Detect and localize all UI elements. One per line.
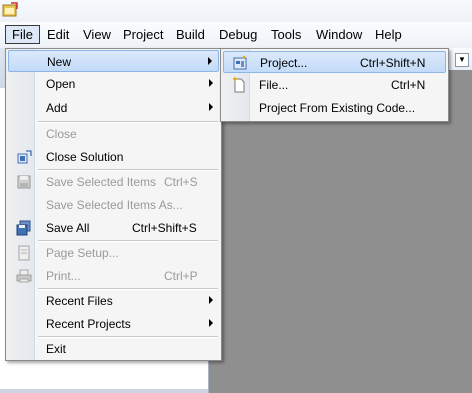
menu-item-exit[interactable]: Exit [8,338,219,360]
new-file-icon [233,77,245,93]
menu-item-new[interactable]: New [8,50,219,72]
menu-item-recent-projects[interactable]: Recent Projects [8,313,219,335]
menu-item-project-from-existing-code[interactable]: Project From Existing Code... [223,97,446,119]
menu-item-save-selected[interactable]: Save Selected Items Ctrl+S [8,171,219,193]
menu-item-recent-files[interactable]: Recent Files [8,290,219,312]
menu-view[interactable]: View [77,25,117,44]
submenu-arrow-icon [209,79,213,87]
file-menu-dropdown: New Open Add Close Close Solution Save S… [5,48,222,361]
menu-item-label: Recent Projects [46,317,131,331]
menu-item-label: Print... [46,269,81,283]
menu-item-open[interactable]: Open [8,73,219,95]
menu-item-label: New [47,55,72,69]
new-project-icon [233,55,247,70]
menu-window[interactable]: Window [310,25,368,44]
menu-item-label: Save Selected Items [46,175,157,189]
menu-item-label: Save All [46,221,90,235]
menu-item-page-setup[interactable]: Page Setup... [8,242,219,264]
shortcut-label: Ctrl+S [164,175,198,189]
shortcut-label: Ctrl+Shift+S [132,221,197,235]
menu-bar: File Edit View Project Build Debug Tools… [0,22,472,49]
menu-item-label: Add [46,101,68,115]
menu-build[interactable]: Build [170,25,211,44]
menu-item-label: Project From Existing Code... [259,101,416,115]
toolbar-dropdown-button[interactable]: ▼ [455,53,469,67]
shortcut-label: Ctrl+N [391,78,426,92]
menu-item-close-solution[interactable]: Close Solution [8,146,219,168]
save-all-icon [16,220,31,236]
shortcut-label: Ctrl+Shift+N [360,56,426,70]
page-setup-icon [18,245,30,261]
save-icon [17,175,31,189]
menu-project[interactable]: Project [117,25,169,44]
menu-item-save-selected-as[interactable]: Save Selected Items As... [8,194,219,216]
submenu-arrow-icon [209,319,213,327]
menu-tools[interactable]: Tools [265,25,307,44]
printer-icon [16,269,32,283]
menu-item-new-project[interactable]: Project... Ctrl+Shift+N [223,51,446,73]
menu-item-new-file[interactable]: File... Ctrl+N [223,74,446,96]
submenu-arrow-icon [208,57,212,65]
title-strip [0,0,472,22]
menu-item-label: Open [46,77,76,91]
close-solution-icon [17,150,32,164]
menu-item-label: Page Setup... [46,246,119,260]
app-icon [2,2,18,17]
menu-item-label: Close Solution [46,150,124,164]
menu-item-label: Save Selected Items As... [46,198,183,212]
pane-footer [0,389,208,393]
submenu-arrow-icon [209,103,213,111]
menu-item-save-all[interactable]: Save All Ctrl+Shift+S [8,217,219,239]
menu-item-add[interactable]: Add [8,97,219,119]
menu-item-label: Exit [46,342,67,356]
shortcut-label: Ctrl+P [164,269,198,283]
menu-item-label: Close [46,127,77,141]
menu-item-label: Project... [260,56,308,70]
menu-item-label: Recent Files [46,294,113,308]
menu-item-print[interactable]: Print... Ctrl+P [8,265,219,287]
menu-item-close[interactable]: Close [8,123,219,145]
menu-debug[interactable]: Debug [213,25,263,44]
submenu-arrow-icon [209,296,213,304]
new-submenu: Project... Ctrl+Shift+N File... Ctrl+N P… [220,48,449,122]
menu-edit[interactable]: Edit [41,25,75,44]
menu-item-label: File... [259,78,289,92]
menu-file[interactable]: File [5,25,40,44]
menu-help[interactable]: Help [369,25,408,44]
